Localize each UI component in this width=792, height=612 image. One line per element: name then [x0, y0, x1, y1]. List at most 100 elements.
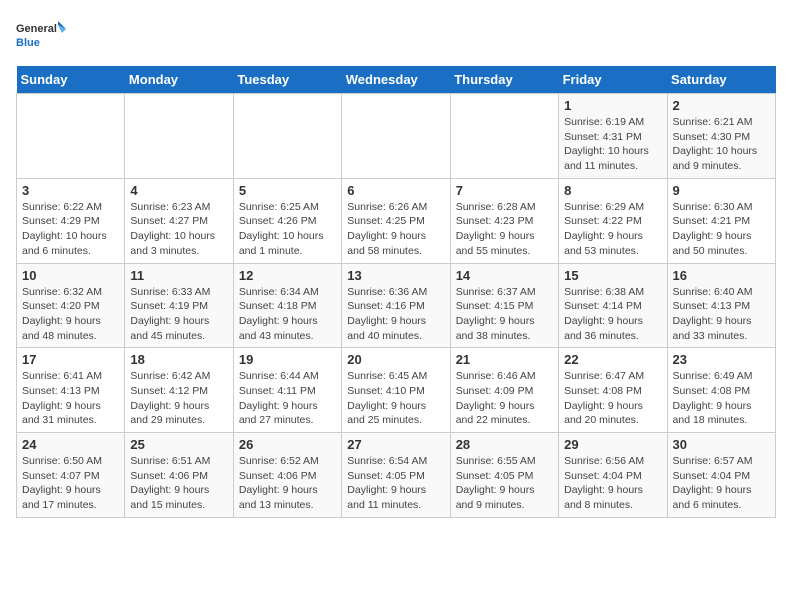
day-info: Sunrise: 6:23 AM Sunset: 4:27 PM Dayligh… — [130, 200, 227, 259]
day-info: Sunrise: 6:44 AM Sunset: 4:11 PM Dayligh… — [239, 369, 336, 428]
day-number: 4 — [130, 183, 227, 198]
day-number: 25 — [130, 437, 227, 452]
day-info: Sunrise: 6:37 AM Sunset: 4:15 PM Dayligh… — [456, 285, 553, 344]
calendar-cell: 1Sunrise: 6:19 AM Sunset: 4:31 PM Daylig… — [559, 94, 667, 179]
calendar-cell: 12 Sunrise: 6:34 AM Sunset: 4:18 PM Dayli… — [233, 263, 341, 348]
day-info: Sunrise: 6:33 AM Sunset: 4:19 PM Dayligh… — [130, 285, 227, 344]
calendar-cell: 27 Sunrise: 6:54 AM Sunset: 4:05 PM Dayli… — [342, 433, 450, 518]
calendar-cell: 16 Sunrise: 6:40 AM Sunset: 4:13 PM Dayli… — [667, 263, 775, 348]
day-info: Sunrise: 6:55 AM Sunset: 4:05 PM Dayligh… — [456, 454, 553, 513]
calendar-cell: 21 Sunrise: 6:46 AM Sunset: 4:09 PM Dayli… — [450, 348, 558, 433]
day-info: Sunrise: 6:47 AM Sunset: 4:08 PM Dayligh… — [564, 369, 661, 428]
calendar-cell: 25 Sunrise: 6:51 AM Sunset: 4:06 PM Dayli… — [125, 433, 233, 518]
day-info: Sunrise: 6:40 AM Sunset: 4:13 PM Dayligh… — [673, 285, 770, 344]
day-number: 28 — [456, 437, 553, 452]
calendar-cell: 22Sunrise: 6:47 AM Sunset: 4:08 PM Dayli… — [559, 348, 667, 433]
weekday-header: Sunday — [17, 66, 125, 94]
calendar-cell: 20 Sunrise: 6:45 AM Sunset: 4:10 PM Dayli… — [342, 348, 450, 433]
day-info: Sunrise: 6:52 AM Sunset: 4:06 PM Dayligh… — [239, 454, 336, 513]
calendar-cell — [233, 94, 341, 179]
calendar-cell: 4 Sunrise: 6:23 AM Sunset: 4:27 PM Daylig… — [125, 178, 233, 263]
calendar-cell: 10 Sunrise: 6:32 AM Sunset: 4:20 PM Dayli… — [17, 263, 125, 348]
calendar-cell: 14Sunrise: 6:37 AM Sunset: 4:15 PM Dayli… — [450, 263, 558, 348]
day-number: 7 — [456, 183, 553, 198]
day-number: 3 — [22, 183, 119, 198]
calendar-cell: 2Sunrise: 6:21 AM Sunset: 4:30 PM Daylig… — [667, 94, 775, 179]
calendar-cell: 3 Sunrise: 6:22 AM Sunset: 4:29 PM Daylig… — [17, 178, 125, 263]
day-info: Sunrise: 6:38 AM Sunset: 4:14 PM Dayligh… — [564, 285, 661, 344]
weekday-header-row: SundayMondayTuesdayWednesdayThursdayFrid… — [17, 66, 776, 94]
day-number: 5 — [239, 183, 336, 198]
calendar-cell: 29 Sunrise: 6:56 AM Sunset: 4:04 PM Dayli… — [559, 433, 667, 518]
day-number: 30 — [673, 437, 770, 452]
day-info: Sunrise: 6:42 AM Sunset: 4:12 PM Dayligh… — [130, 369, 227, 428]
day-info: Sunrise: 6:34 AM Sunset: 4:18 PM Dayligh… — [239, 285, 336, 344]
day-info: Sunrise: 6:56 AM Sunset: 4:04 PM Dayligh… — [564, 454, 661, 513]
logo-svg: General Blue — [16, 16, 66, 56]
day-number: 21 — [456, 352, 553, 367]
calendar-cell: 8 Sunrise: 6:29 AM Sunset: 4:22 PM Daylig… — [559, 178, 667, 263]
calendar-week-row: 17 Sunrise: 6:41 AM Sunset: 4:13 PM Dayli… — [17, 348, 776, 433]
day-info: Sunrise: 6:19 AM Sunset: 4:31 PM Dayligh… — [564, 115, 661, 174]
calendar-cell: 30 Sunrise: 6:57 AM Sunset: 4:04 PM Dayli… — [667, 433, 775, 518]
calendar-cell: 5 Sunrise: 6:25 AM Sunset: 4:26 PM Daylig… — [233, 178, 341, 263]
day-info: Sunrise: 6:32 AM Sunset: 4:20 PM Dayligh… — [22, 285, 119, 344]
calendar-cell — [17, 94, 125, 179]
day-number: 20 — [347, 352, 444, 367]
svg-text:Blue: Blue — [16, 37, 40, 49]
weekday-header: Friday — [559, 66, 667, 94]
day-info: Sunrise: 6:49 AM Sunset: 4:08 PM Dayligh… — [673, 369, 770, 428]
day-info: Sunrise: 6:41 AM Sunset: 4:13 PM Dayligh… — [22, 369, 119, 428]
day-info: Sunrise: 6:51 AM Sunset: 4:06 PM Dayligh… — [130, 454, 227, 513]
calendar-week-row: 1Sunrise: 6:19 AM Sunset: 4:31 PM Daylig… — [17, 94, 776, 179]
calendar-cell — [125, 94, 233, 179]
day-info: Sunrise: 6:54 AM Sunset: 4:05 PM Dayligh… — [347, 454, 444, 513]
calendar-week-row: 10 Sunrise: 6:32 AM Sunset: 4:20 PM Dayli… — [17, 263, 776, 348]
svg-text:General: General — [16, 23, 57, 35]
day-info: Sunrise: 6:29 AM Sunset: 4:22 PM Dayligh… — [564, 200, 661, 259]
day-number: 8 — [564, 183, 661, 198]
weekday-header: Saturday — [667, 66, 775, 94]
day-info: Sunrise: 6:22 AM Sunset: 4:29 PM Dayligh… — [22, 200, 119, 259]
day-number: 12 — [239, 268, 336, 283]
day-number: 15 — [564, 268, 661, 283]
calendar-cell: 13 Sunrise: 6:36 AM Sunset: 4:16 PM Dayli… — [342, 263, 450, 348]
calendar-cell: 11 Sunrise: 6:33 AM Sunset: 4:19 PM Dayli… — [125, 263, 233, 348]
day-info: Sunrise: 6:50 AM Sunset: 4:07 PM Dayligh… — [22, 454, 119, 513]
day-info: Sunrise: 6:45 AM Sunset: 4:10 PM Dayligh… — [347, 369, 444, 428]
page-header: General Blue — [16, 16, 776, 56]
day-number: 9 — [673, 183, 770, 198]
calendar-week-row: 24Sunrise: 6:50 AM Sunset: 4:07 PM Dayli… — [17, 433, 776, 518]
calendar-cell: 17 Sunrise: 6:41 AM Sunset: 4:13 PM Dayli… — [17, 348, 125, 433]
day-info: Sunrise: 6:57 AM Sunset: 4:04 PM Dayligh… — [673, 454, 770, 513]
day-number: 13 — [347, 268, 444, 283]
calendar-cell: 18 Sunrise: 6:42 AM Sunset: 4:12 PM Dayli… — [125, 348, 233, 433]
weekday-header: Wednesday — [342, 66, 450, 94]
calendar-week-row: 3 Sunrise: 6:22 AM Sunset: 4:29 PM Daylig… — [17, 178, 776, 263]
weekday-header: Thursday — [450, 66, 558, 94]
day-number: 18 — [130, 352, 227, 367]
calendar-cell: 6 Sunrise: 6:26 AM Sunset: 4:25 PM Daylig… — [342, 178, 450, 263]
day-number: 10 — [22, 268, 119, 283]
day-number: 23 — [673, 352, 770, 367]
day-info: Sunrise: 6:30 AM Sunset: 4:21 PM Dayligh… — [673, 200, 770, 259]
weekday-header: Monday — [125, 66, 233, 94]
day-info: Sunrise: 6:21 AM Sunset: 4:30 PM Dayligh… — [673, 115, 770, 174]
calendar-cell: 15 Sunrise: 6:38 AM Sunset: 4:14 PM Dayli… — [559, 263, 667, 348]
calendar-cell: 7 Sunrise: 6:28 AM Sunset: 4:23 PM Daylig… — [450, 178, 558, 263]
day-info: Sunrise: 6:25 AM Sunset: 4:26 PM Dayligh… — [239, 200, 336, 259]
calendar-cell — [450, 94, 558, 179]
day-number: 29 — [564, 437, 661, 452]
day-info: Sunrise: 6:46 AM Sunset: 4:09 PM Dayligh… — [456, 369, 553, 428]
day-number: 27 — [347, 437, 444, 452]
day-number: 6 — [347, 183, 444, 198]
day-number: 16 — [673, 268, 770, 283]
day-number: 11 — [130, 268, 227, 283]
day-number: 17 — [22, 352, 119, 367]
weekday-header: Tuesday — [233, 66, 341, 94]
day-info: Sunrise: 6:36 AM Sunset: 4:16 PM Dayligh… — [347, 285, 444, 344]
day-info: Sunrise: 6:26 AM Sunset: 4:25 PM Dayligh… — [347, 200, 444, 259]
day-info: Sunrise: 6:28 AM Sunset: 4:23 PM Dayligh… — [456, 200, 553, 259]
calendar-cell — [342, 94, 450, 179]
logo: General Blue — [16, 16, 66, 56]
